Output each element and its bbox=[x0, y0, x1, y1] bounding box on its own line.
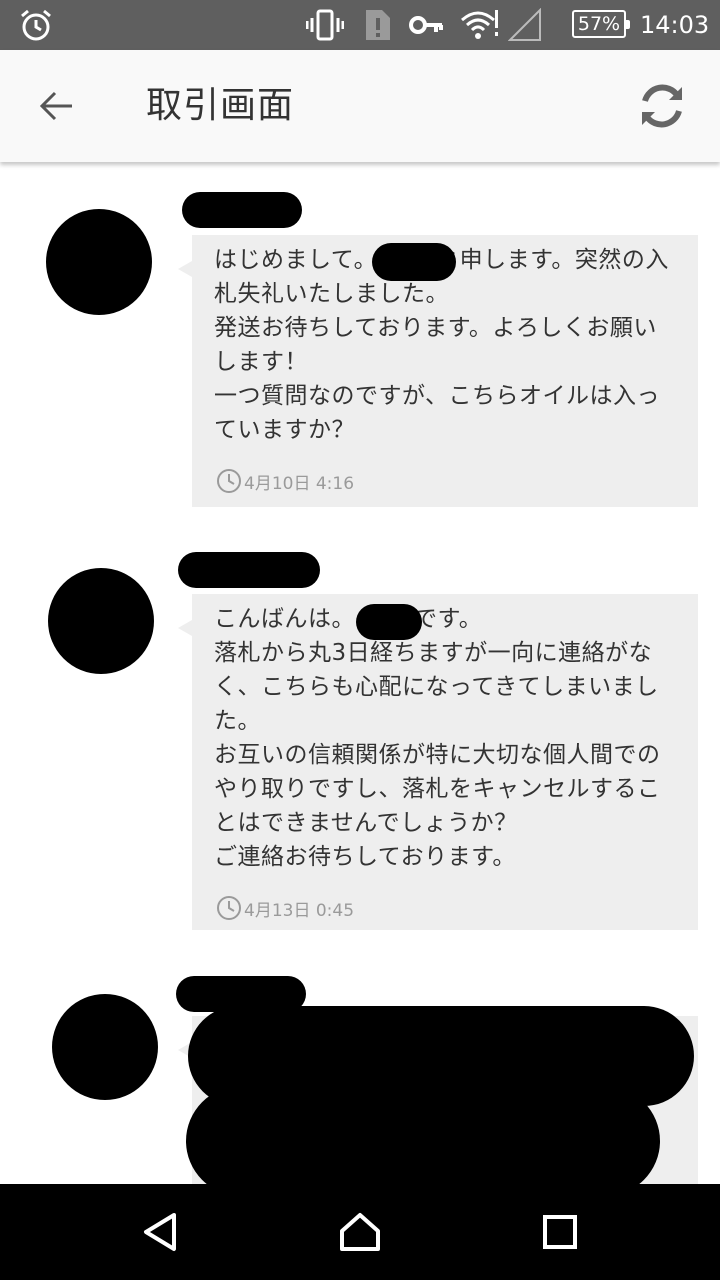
message-timestamp: 4月13日 0:45 bbox=[244, 900, 355, 921]
redacted-name bbox=[356, 604, 422, 640]
app-bar: 取引画面 bbox=[0, 50, 720, 162]
redacted-content bbox=[186, 1086, 660, 1184]
battery-level: 57% bbox=[577, 13, 621, 35]
nav-back-button[interactable] bbox=[120, 1202, 200, 1262]
back-button[interactable] bbox=[28, 80, 84, 132]
status-bar: 57% 14:03 bbox=[0, 0, 720, 50]
clock-icon bbox=[217, 896, 241, 920]
signal-icon bbox=[508, 8, 542, 42]
message-bubble: はじめまして。 と申します。突然の入札失礼いたしました。 発送お待ちしております… bbox=[178, 235, 698, 507]
message-text: こんばんは。 です。 落札から丸3日経ちますが一向に連絡がなく、こちらも心配にな… bbox=[214, 606, 661, 870]
refresh-button[interactable] bbox=[632, 76, 692, 136]
message-list[interactable]: はじめまして。 と申します。突然の入札失礼いたしました。 発送お待ちしております… bbox=[0, 162, 720, 1184]
sender-name-redacted bbox=[182, 192, 302, 228]
avatar[interactable] bbox=[48, 568, 154, 674]
nav-recents-button[interactable] bbox=[520, 1202, 600, 1262]
status-time: 14:03 bbox=[640, 11, 710, 39]
sim-alert-icon bbox=[364, 8, 392, 42]
back-triangle-icon bbox=[144, 1213, 176, 1251]
clock-icon bbox=[217, 469, 241, 493]
vibrate-icon bbox=[306, 8, 344, 42]
key-icon bbox=[408, 8, 444, 42]
timestamp-row: 4月10日 4:16 bbox=[216, 467, 678, 495]
avatar[interactable] bbox=[52, 994, 158, 1100]
nav-home-button[interactable] bbox=[320, 1202, 400, 1262]
page-title: 取引画面 bbox=[146, 85, 295, 126]
message-bubble bbox=[178, 1006, 698, 1184]
alarm-icon bbox=[18, 8, 54, 42]
message-timestamp: 4月10日 4:16 bbox=[244, 473, 355, 494]
redacted-name bbox=[372, 243, 456, 281]
message-bubble: こんばんは。 です。 落札から丸3日経ちますが一向に連絡がなく、こちらも心配にな… bbox=[178, 594, 698, 930]
refresh-icon bbox=[642, 84, 682, 128]
arrow-back-icon bbox=[39, 91, 72, 121]
navigation-bar bbox=[0, 1184, 720, 1280]
sender-name-redacted bbox=[178, 552, 320, 588]
battery-icon: 57% bbox=[572, 10, 630, 38]
recents-icon bbox=[543, 1215, 577, 1249]
avatar[interactable] bbox=[46, 209, 152, 315]
home-icon bbox=[340, 1213, 380, 1251]
timestamp-row: 4月13日 0:45 bbox=[216, 894, 678, 922]
wifi-icon bbox=[460, 8, 500, 42]
